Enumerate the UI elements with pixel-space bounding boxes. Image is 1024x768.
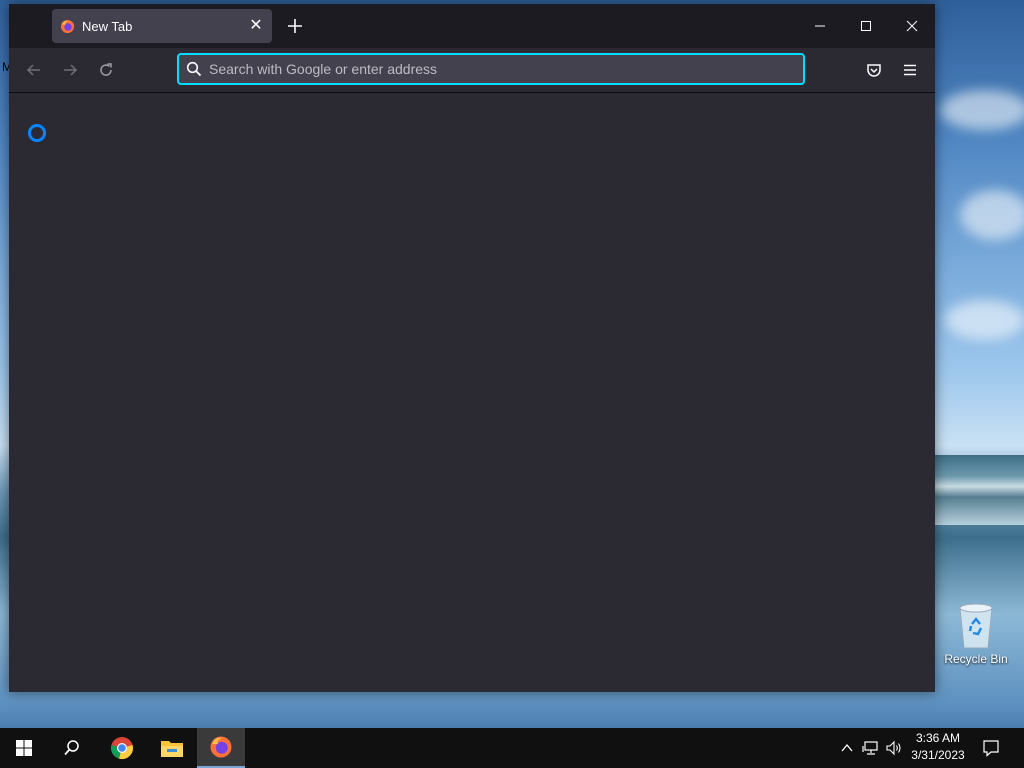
close-icon	[906, 20, 918, 32]
app-menu-button[interactable]	[896, 56, 924, 84]
new-tab-button[interactable]	[283, 14, 307, 38]
forward-arrow-icon	[64, 64, 78, 76]
show-hidden-icons-button[interactable]	[837, 738, 857, 758]
firefox-window: New Tab ✕	[9, 4, 935, 692]
back-arrow-icon	[26, 64, 40, 76]
firefox-favicon-icon	[60, 19, 75, 34]
file-explorer-taskbar-button[interactable]	[148, 728, 196, 768]
clock-date: 3/31/2023	[911, 748, 965, 762]
search-button[interactable]	[48, 728, 96, 768]
nav-toolbar	[9, 48, 935, 93]
search-icon	[186, 61, 202, 77]
tab-new-tab[interactable]: New Tab ✕	[52, 9, 272, 43]
recycle-bin-label: Recycle Bin	[944, 652, 1008, 666]
minimize-button[interactable]	[797, 4, 843, 48]
firefox-taskbar-button[interactable]	[197, 728, 245, 768]
hamburger-menu-icon	[904, 64, 916, 76]
taskbar: 3:36 AM 3/31/2023	[0, 728, 1024, 768]
network-tray-button[interactable]	[861, 738, 881, 758]
address-bar[interactable]	[177, 53, 805, 85]
title-bar: New Tab ✕	[9, 4, 935, 48]
back-button[interactable]	[20, 56, 48, 84]
chrome-taskbar-button[interactable]	[98, 728, 146, 768]
recycle-bin-icon	[959, 603, 993, 649]
chrome-icon	[111, 737, 133, 759]
minimize-icon	[815, 25, 825, 27]
speaker-icon	[886, 740, 901, 756]
reload-icon	[100, 63, 112, 76]
pocket-icon	[867, 64, 881, 77]
notification-icon	[983, 740, 999, 757]
close-tab-icon[interactable]: ✕	[246, 16, 266, 36]
windows-logo-icon	[16, 740, 32, 756]
network-icon	[862, 741, 878, 755]
folder-icon	[161, 741, 183, 757]
taskbar-clock[interactable]: 3:36 AM 3/31/2023	[905, 730, 971, 764]
start-button[interactable]	[0, 728, 48, 768]
loading-spinner-icon	[28, 124, 46, 142]
close-window-button[interactable]	[889, 4, 935, 48]
tab-title: New Tab	[82, 19, 133, 34]
address-input[interactable]	[209, 55, 789, 83]
recycle-bin[interactable]: Recycle Bin	[940, 600, 1012, 672]
firefox-icon	[210, 736, 232, 758]
chevron-up-icon	[841, 743, 853, 752]
volume-tray-button[interactable]	[884, 738, 904, 758]
maximize-button[interactable]	[843, 4, 889, 48]
search-icon	[64, 740, 79, 756]
pocket-button[interactable]	[860, 56, 888, 84]
reload-button[interactable]	[92, 56, 120, 84]
page-content	[9, 93, 935, 692]
forward-button[interactable]	[56, 56, 84, 84]
maximize-icon	[861, 21, 871, 31]
action-center-button[interactable]	[981, 738, 1001, 758]
clock-time: 3:36 AM	[915, 731, 961, 745]
plus-icon	[288, 19, 302, 33]
